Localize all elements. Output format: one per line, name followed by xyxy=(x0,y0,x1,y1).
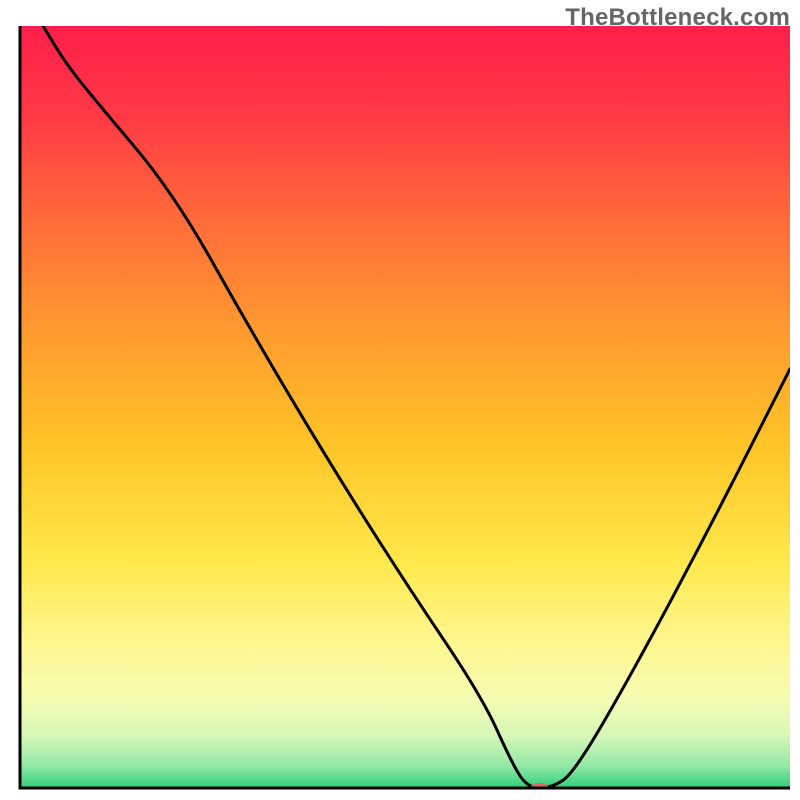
bottleneck-chart xyxy=(0,0,800,800)
chart-container: TheBottleneck.com xyxy=(0,0,800,800)
chart-background xyxy=(20,26,790,788)
watermark-text: TheBottleneck.com xyxy=(565,4,790,32)
